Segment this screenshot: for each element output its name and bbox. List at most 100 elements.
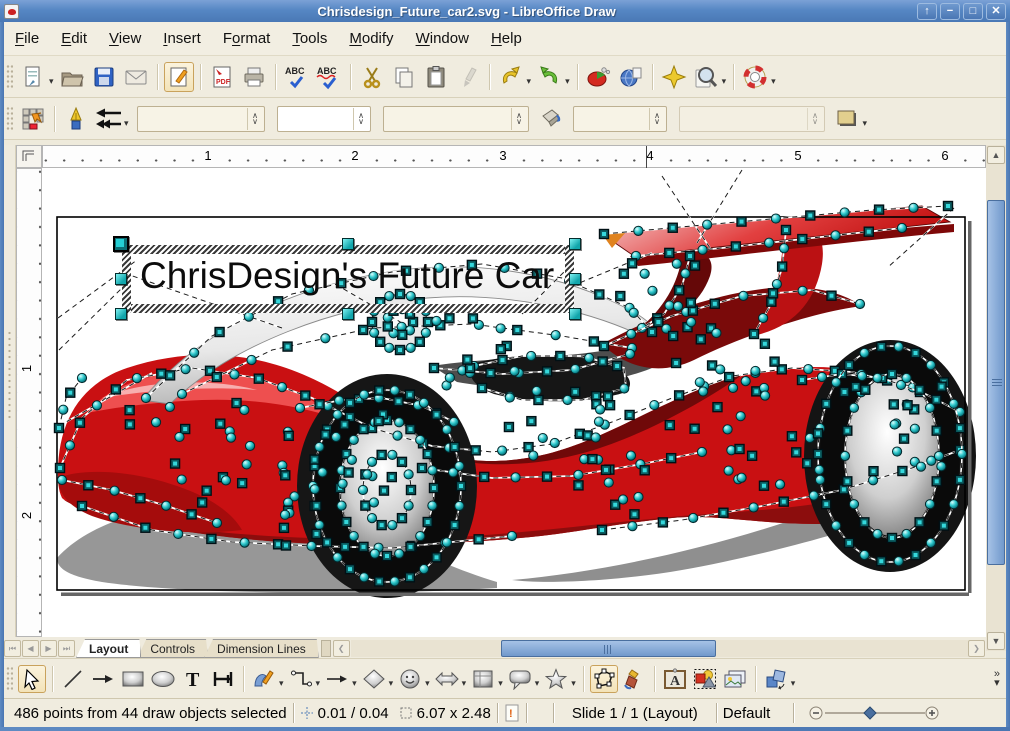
- line-width-field[interactable]: ∧ ∨: [276, 105, 371, 132]
- callouts-dropdown-arrow[interactable]: ▾: [535, 678, 540, 689]
- ellipse-button[interactable]: [149, 665, 177, 693]
- drawing-canvas[interactable]: ChrisDesign's Future Car: [42, 168, 986, 637]
- rectangle-button[interactable]: [119, 665, 147, 693]
- glue-points-button[interactable]: [620, 665, 648, 693]
- minimize-button[interactable]: −: [940, 2, 960, 20]
- menu-edit[interactable]: Edit: [50, 25, 98, 52]
- redo-dropdown-arrow[interactable]: ▾: [565, 76, 570, 87]
- open-button[interactable]: [57, 62, 87, 92]
- email-button[interactable]: [121, 62, 151, 92]
- horizontal-scrollbar-thumb[interactable]: [500, 640, 716, 657]
- connector-button[interactable]: [287, 665, 315, 693]
- edit-file-button[interactable]: [163, 61, 194, 92]
- text-frame[interactable]: ChrisDesign's Future Car: [113, 236, 581, 320]
- vertical-text-button[interactable]: [209, 665, 237, 693]
- menu-modify[interactable]: Modify: [338, 25, 404, 52]
- next-page-button[interactable]: ▶: [40, 640, 57, 657]
- block-arrows-button[interactable]: [433, 665, 461, 693]
- fontwork-button[interactable]: A: [661, 665, 689, 693]
- selection-handle[interactable]: [569, 308, 581, 320]
- toolbar-grip[interactable]: [6, 63, 13, 90]
- zoom-button[interactable]: [691, 62, 721, 92]
- scroll-up-button[interactable]: ▲: [987, 146, 1005, 164]
- close-button[interactable]: ✕: [986, 2, 1006, 20]
- area-fill-combobox[interactable]: ∧ ∨: [678, 105, 825, 132]
- rotate-dropdown-arrow[interactable]: ▾: [791, 678, 796, 689]
- callouts-button[interactable]: [506, 665, 534, 693]
- line-dialog-button[interactable]: [61, 104, 91, 134]
- toolbar-overflow-arrow[interactable]: ▾: [771, 76, 776, 87]
- vertical-scrollbar[interactable]: ▲ ▼: [986, 145, 1006, 651]
- save-button[interactable]: [89, 62, 119, 92]
- prev-page-button[interactable]: ◀: [22, 640, 39, 657]
- arrow-style-dropdown-arrow[interactable]: ▾: [124, 118, 129, 129]
- lines-arrows-dropdown-arrow[interactable]: ▾: [352, 678, 357, 689]
- print-button[interactable]: [239, 62, 269, 92]
- help-button[interactable]: [740, 62, 770, 92]
- navigator-button[interactable]: [659, 62, 689, 92]
- shadow-toggle-button[interactable]: [832, 104, 862, 134]
- cut-button[interactable]: [357, 62, 387, 92]
- selection-handle[interactable]: [569, 238, 581, 250]
- block-arrows-dropdown-arrow[interactable]: ▾: [462, 678, 467, 689]
- selection-handle[interactable]: [113, 236, 129, 252]
- curve-button[interactable]: [250, 665, 278, 693]
- spinner-icon[interactable]: ∧ ∨: [648, 107, 665, 130]
- flowchart-button[interactable]: [469, 665, 497, 693]
- spinner-icon[interactable]: ∧ ∨: [510, 107, 527, 130]
- maximize-button[interactable]: □: [963, 2, 983, 20]
- rotate-button[interactable]: [762, 665, 790, 693]
- tab-layout[interactable]: Layout: [76, 639, 141, 658]
- horizontal-scrollbar[interactable]: [350, 640, 968, 657]
- line-button[interactable]: [59, 665, 87, 693]
- horizontal-ruler[interactable]: 1 2 3 4 5 6: [42, 145, 986, 169]
- edit-points-button[interactable]: [589, 664, 618, 693]
- selection-handle[interactable]: [342, 308, 354, 320]
- document-modified-icon[interactable]: !: [504, 704, 520, 722]
- new-dropdown-arrow[interactable]: ▾: [49, 76, 54, 87]
- shade-button[interactable]: ↑: [917, 2, 937, 20]
- car-drawing[interactable]: [42, 168, 986, 637]
- from-file-button[interactable]: [691, 665, 719, 693]
- ruler-corner[interactable]: [16, 145, 42, 168]
- menu-view[interactable]: View: [98, 25, 152, 52]
- selection-handle[interactable]: [342, 238, 354, 250]
- new-document-button[interactable]: [18, 62, 48, 92]
- spinner-icon[interactable]: ∧ ∨: [352, 107, 369, 130]
- stars-dropdown-arrow[interactable]: ▾: [571, 678, 576, 689]
- area-dialog-button[interactable]: [536, 104, 566, 134]
- vertical-ruler[interactable]: 1 2: [16, 168, 42, 637]
- toolbar-overflow[interactable]: » ▾: [994, 668, 1000, 688]
- gallery-button[interactable]: [721, 665, 749, 693]
- toolbar-grip[interactable]: [6, 665, 13, 692]
- area-style-combobox[interactable]: ∧ ∨: [572, 105, 667, 132]
- page-style[interactable]: Default: [723, 705, 787, 722]
- splitter-handle[interactable]: [320, 640, 331, 657]
- undo-dropdown-arrow[interactable]: ▾: [527, 76, 532, 87]
- select-button[interactable]: [18, 664, 46, 693]
- title-text[interactable]: ChrisDesign's Future Car: [140, 255, 554, 297]
- connector-dropdown-arrow[interactable]: ▾: [316, 678, 321, 689]
- symbol-shapes-dropdown-arrow[interactable]: ▾: [425, 678, 430, 689]
- menu-tools[interactable]: Tools: [281, 25, 338, 52]
- menu-format[interactable]: Format: [212, 25, 282, 52]
- clone-formatting-button[interactable]: [453, 62, 483, 92]
- menu-window[interactable]: Window: [405, 25, 480, 52]
- redo-button[interactable]: [534, 62, 564, 92]
- chart-button[interactable]: [584, 62, 614, 92]
- menu-file[interactable]: File: [4, 25, 50, 52]
- text-button[interactable]: T: [179, 665, 207, 693]
- lines-arrows-button[interactable]: [323, 665, 351, 693]
- last-page-button[interactable]: ⏭: [58, 640, 75, 657]
- menu-insert[interactable]: Insert: [152, 25, 212, 52]
- flowchart-dropdown-arrow[interactable]: ▾: [498, 678, 503, 689]
- tab-controls[interactable]: Controls: [137, 639, 208, 658]
- toolbar-grip[interactable]: [6, 105, 13, 132]
- edit-points-mode-button[interactable]: [18, 104, 48, 134]
- zoom-dropdown-arrow[interactable]: ▾: [722, 76, 727, 87]
- spellcheck-button[interactable]: ABC: [282, 62, 312, 92]
- hyperlink-button[interactable]: [616, 62, 646, 92]
- arrow-style-button[interactable]: [93, 104, 123, 134]
- curve-dropdown-arrow[interactable]: ▾: [279, 678, 284, 689]
- paste-button[interactable]: [421, 62, 451, 92]
